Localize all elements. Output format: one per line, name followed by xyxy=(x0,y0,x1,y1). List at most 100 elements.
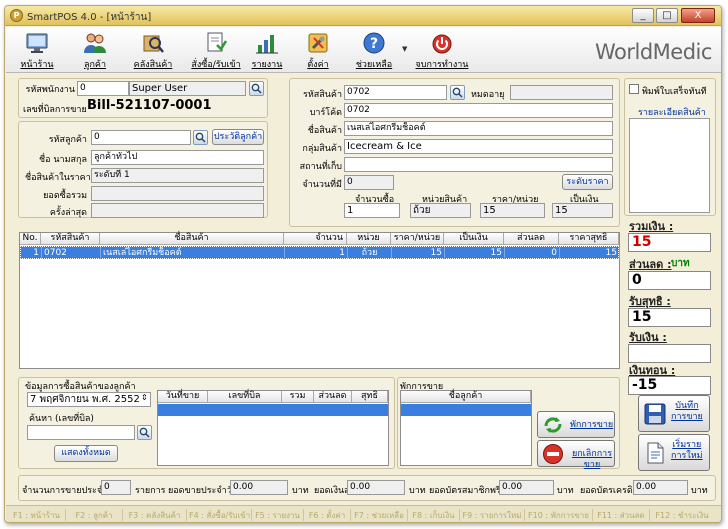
row-unit: ถ้วย xyxy=(348,247,392,259)
shortcut-f3[interactable]: F3 : คลังสินค้า xyxy=(125,509,187,521)
save-line-1: บันทึก xyxy=(675,401,699,411)
price-level-label: ชื่อสินค้าในราคา xyxy=(25,173,91,183)
shortcut-f12[interactable]: F12 : ชำระเงิน xyxy=(652,509,714,521)
product-name-field[interactable]: เนสเล่ไอศกรีมช็อคต์ xyxy=(344,121,613,136)
history-search-button[interactable] xyxy=(137,425,152,440)
column-header[interactable]: หน่วย xyxy=(347,233,391,245)
monitor-icon xyxy=(26,33,48,53)
column-header[interactable]: วันที่ขาย xyxy=(158,391,208,403)
column-header[interactable]: ส่วนลด xyxy=(504,233,559,245)
shortcut-f4[interactable]: F4 : สั่งซื้อ/รับเข้า xyxy=(189,509,252,521)
column-header[interactable]: ชื่อลูกค้า xyxy=(401,391,531,403)
suspended-selected-row[interactable] xyxy=(401,404,531,416)
shortcut-f10[interactable]: F10 : พักการขาย xyxy=(527,509,593,521)
row-amount: 15 xyxy=(445,247,505,259)
column-header[interactable]: ชื่อสินค้า xyxy=(100,233,284,245)
customer-code-label: รหัสลูกค้า xyxy=(48,135,87,145)
show-all-button[interactable]: แสดงทั้งหมด xyxy=(54,445,118,462)
shortcut-f9[interactable]: F9 : รายการใหม่ xyxy=(462,509,525,521)
credit-card-field: 0.00 xyxy=(633,480,688,495)
cancel-sale-button[interactable]: ยกเลิกการขาย xyxy=(537,440,615,470)
member-card-field: 0.00 xyxy=(499,480,554,495)
suspended-table[interactable]: ชื่อลูกค้า xyxy=(400,390,532,466)
discount-field[interactable]: 0 xyxy=(628,271,711,290)
shortcut-f2[interactable]: F2 : ลูกค้า xyxy=(68,509,123,521)
column-header[interactable]: จำนวน xyxy=(284,233,347,245)
toolbar-report-button[interactable]: รายงาน xyxy=(247,29,287,71)
new-sale-button[interactable]: เริ่มราย การใหม่ xyxy=(638,434,710,471)
print-receipt-checkbox[interactable] xyxy=(629,84,639,94)
toolbar-storefront-button[interactable]: หน้าร้าน xyxy=(14,29,60,71)
column-header[interactable]: เป็นเงิน xyxy=(444,233,504,245)
location-field[interactable] xyxy=(344,157,613,172)
column-header[interactable]: ส่วนลด xyxy=(314,391,352,403)
toolbar-label: ช่วยเหลือ xyxy=(355,60,393,70)
maximize-button[interactable]: □ xyxy=(656,8,678,23)
shortcut-f7[interactable]: F7 : ช่วยเหลือ xyxy=(353,509,408,521)
new-line-2: การใหม่ xyxy=(671,451,703,461)
baht-unit: บาท xyxy=(691,486,708,496)
column-header[interactable]: ราคา/หน่วย xyxy=(391,233,444,245)
shortcut-status-bar: F1 : หน้าร้าน F2 : ลูกค้า F3 : คลังสินค้… xyxy=(6,505,721,522)
customer-code-field[interactable]: 0 xyxy=(91,130,191,145)
toolbar-help-button[interactable]: ? ช่วยเหลือ xyxy=(349,29,399,71)
toolbar-settings-button[interactable]: ตั้งค่า xyxy=(298,29,338,71)
amount-field: 15 xyxy=(552,203,613,218)
title-bar: P SmartPOS 4.0 - [หน้าร้าน] _ □ X xyxy=(5,6,721,26)
worldmedic-logo: WorldMedic xyxy=(595,40,712,64)
row-product-code: 0702 xyxy=(42,247,101,259)
product-code-field[interactable]: 0702 xyxy=(344,85,447,100)
items-table[interactable]: No. รหัสสินค้า ชื่อสินค้า จำนวน หน่วย รา… xyxy=(19,232,620,369)
customer-name-field[interactable]: ลูกค้าทั่วไป xyxy=(91,150,264,165)
close-button[interactable]: X xyxy=(681,8,715,23)
table-row[interactable]: 1 0702 เนสเล่ไอศกรีมช็อคต์ 1 ถ้วย 15 15 … xyxy=(20,246,620,259)
toolbar-warehouse-button[interactable]: คลังสินค้า xyxy=(130,29,176,71)
column-header[interactable]: No. xyxy=(20,233,41,245)
history-table[interactable]: วันที่ขาย เลขที่บิล รวม ส่วนลด สุทธิ xyxy=(157,390,389,466)
employee-search-button[interactable] xyxy=(249,81,264,96)
search-icon xyxy=(452,87,463,98)
column-header[interactable]: ราคาสุทธิ xyxy=(559,233,619,245)
column-header[interactable]: เลขที่บิล xyxy=(208,391,282,403)
save-sale-button[interactable]: บันทึก การขาย xyxy=(638,395,710,432)
history-selected-row[interactable] xyxy=(158,404,388,416)
stock-field: 0 xyxy=(344,175,394,190)
product-search-button[interactable] xyxy=(450,85,465,100)
toolbar-label: จบการทำงาน xyxy=(415,60,469,70)
toolbar-label: รายงาน xyxy=(251,60,283,70)
row-no: 1 xyxy=(21,247,42,259)
shortcut-f8[interactable]: F8 : เก็บเงิน xyxy=(410,509,460,521)
product-group-field[interactable]: Icecream & Ice xyxy=(344,139,613,154)
shortcut-f5[interactable]: F5 : รายงาน xyxy=(254,509,304,521)
barcode-field[interactable]: 0702 xyxy=(344,103,613,118)
suspend-sale-button[interactable]: พักการขาย xyxy=(537,411,615,438)
unit-field: ถ้วย xyxy=(410,203,471,218)
price-level-button[interactable]: ระดับราคา xyxy=(562,174,613,190)
qty-field[interactable]: 1 xyxy=(344,203,400,218)
toolbar-order-receive-button[interactable]: สั่งซื้อ/รับเข้า xyxy=(188,29,244,71)
product-image-box xyxy=(629,118,710,213)
customer-last-label: ครั้งล่าสุด xyxy=(49,208,87,218)
history-search-field[interactable] xyxy=(27,425,135,440)
row-net-price: 15 xyxy=(560,247,620,259)
save-line-2: การขาย xyxy=(671,412,703,422)
column-header[interactable]: รวม xyxy=(282,391,314,403)
minimize-button[interactable]: _ xyxy=(632,8,654,23)
customer-search-button[interactable] xyxy=(193,130,208,145)
column-header[interactable]: สุทธิ xyxy=(352,391,388,403)
shortcut-f6[interactable]: F6 : ตั้งค่า xyxy=(306,509,351,521)
toolbar-customers-button[interactable]: ลูกค้า xyxy=(72,29,118,71)
customer-history-button[interactable]: ประวัติลูกค้า xyxy=(212,129,264,145)
suspend-sale-label: พักการขาย xyxy=(570,420,614,430)
shortcut-f1[interactable]: F1 : หน้าร้าน xyxy=(10,509,66,521)
toolbar-exit-button[interactable]: จบการทำงาน xyxy=(412,29,472,71)
column-header[interactable]: รหัสสินค้า xyxy=(41,233,100,245)
history-date-picker[interactable]: 7 พฤศจิกายน พ.ศ. 2552 xyxy=(27,392,151,407)
shortcut-f11[interactable]: F11 : ส่วนลด xyxy=(595,509,650,521)
toolbar-label: สั่งซื้อ/รับเข้า xyxy=(191,60,241,70)
employee-code-field[interactable]: 0 xyxy=(77,81,129,96)
customer-name-label: ชื่อ นามสกุล xyxy=(39,155,87,165)
help-dropdown-arrow-icon[interactable]: ▼ xyxy=(402,45,407,53)
exit-power-icon xyxy=(432,34,452,54)
date-dropdown-icon[interactable]: ⇕ xyxy=(141,393,148,402)
